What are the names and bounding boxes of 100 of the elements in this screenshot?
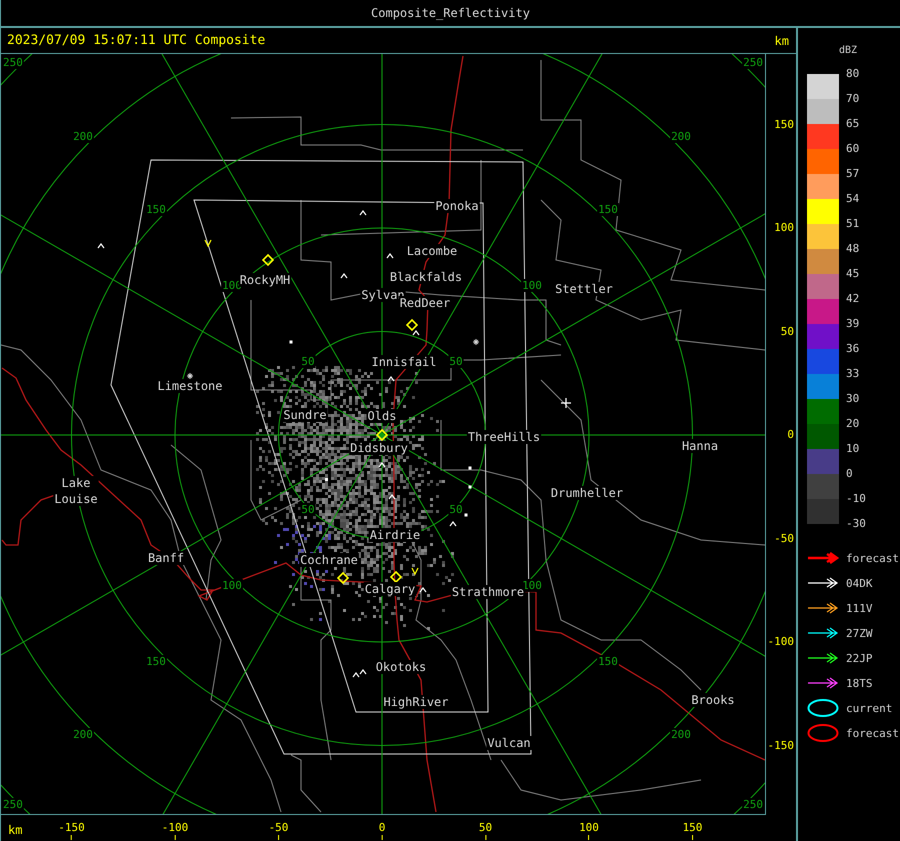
scale-label: 60 [846, 142, 860, 157]
scale-label: 80 [846, 67, 860, 82]
radar-site-icon [262, 254, 274, 266]
axis-tick-label: 0 [378, 821, 386, 840]
caret-icon [378, 462, 386, 468]
axis-tick-label: -50 [268, 821, 288, 840]
scale-label: -30 [846, 517, 866, 532]
city-label: Hanna [682, 439, 718, 453]
chevron-icon [411, 568, 419, 576]
range-label: 50 [449, 355, 463, 368]
legend-label: 22JP [846, 652, 872, 664]
axis-unit: km [774, 34, 789, 48]
axis-tick-label: -50 [774, 532, 794, 546]
scale-label: -10 [846, 492, 866, 507]
radar-site-icon [390, 570, 402, 584]
city-label: Limestone [157, 379, 223, 393]
scale-label: 10 [846, 442, 860, 457]
asterisk-icon [186, 372, 194, 380]
chevron-icon [204, 240, 212, 248]
caret-icon [388, 494, 396, 500]
city-label: Lake Louise [54, 476, 98, 506]
range-label: 100 [522, 279, 542, 292]
scale-label: 70 [846, 92, 860, 107]
city-label: Blackfalds [390, 270, 462, 284]
legend-label: 04DK [846, 576, 872, 590]
city-label: Didsbury [350, 441, 408, 455]
axis-tick-label: 100 [774, 221, 794, 235]
city-label: Innisfail [371, 355, 437, 369]
asterisk-icon [472, 338, 480, 346]
caret-icon [98, 243, 104, 248]
range-label: 250 [743, 56, 763, 69]
axis-tick-label: -150 [58, 821, 85, 840]
legend-label: forecast [846, 552, 899, 564]
axis-unit: km [8, 823, 22, 837]
caret-icon [412, 330, 420, 336]
range-label: 250 [3, 798, 23, 811]
range-label: 200 [73, 728, 93, 741]
city-label: ThreeHills [468, 430, 540, 444]
range-label: 200 [671, 728, 691, 741]
axis-tick-label: -150 [768, 738, 794, 752]
scale-label: 39 [846, 317, 860, 332]
city-label: RockyMH [240, 273, 290, 287]
legend-label: forecast [846, 726, 899, 740]
axis-tick-label: 50 [478, 821, 492, 840]
scale-label: 36 [846, 342, 860, 357]
range-label: 150 [598, 203, 618, 216]
city-label: Vulcan [487, 736, 531, 750]
axis-tick-label: 150 [682, 821, 702, 840]
city-label: Ponoka [435, 199, 479, 213]
range-label: 150 [598, 655, 618, 668]
scale-label: 0 [846, 467, 854, 482]
scale-label: 30 [846, 392, 860, 407]
city-label: Lacombe [406, 244, 458, 258]
city-label: Brooks [691, 693, 735, 707]
scale-label: 33 [846, 367, 860, 382]
legend-label: 27ZW [846, 626, 872, 640]
caret-icon [386, 253, 394, 258]
city-label: Banff [148, 551, 184, 565]
range-label: 50 [301, 503, 315, 516]
axis-tick-label: 0 [787, 428, 794, 442]
legend-label: current [846, 702, 892, 714]
caret-icon [450, 521, 456, 526]
scale-label: 65 [846, 117, 860, 132]
range-label: 250 [3, 56, 23, 69]
range-label: 150 [146, 655, 166, 668]
radar-site-icon [376, 428, 388, 442]
range-label: 50 [449, 503, 463, 516]
city-label: Drumheller [550, 486, 624, 500]
axis-tick-label: 100 [579, 821, 599, 840]
range-label: 100 [522, 579, 542, 592]
scale-label: 20 [846, 417, 860, 432]
range-label: 150 [146, 203, 166, 216]
city-label: Sundre [283, 408, 327, 422]
caret-icon [340, 273, 348, 278]
range-label: 50 [301, 355, 315, 368]
city-label: Calgary [364, 582, 416, 596]
city-label: Strathmore [452, 585, 524, 599]
scale-label: 42 [846, 292, 860, 307]
window-title: Composite_Reflectivity [371, 6, 530, 20]
scale-label: 48 [846, 242, 860, 257]
city-label: Okotoks [376, 660, 426, 674]
plus-icon [560, 397, 572, 409]
legend-label: 18TS [846, 676, 872, 690]
city-label: HighRiver [383, 695, 449, 709]
caret-icon [360, 210, 366, 216]
timestamp: 2023/07/09 15:07:11 UTC Composite [7, 33, 266, 48]
legend-label: 111V [846, 602, 872, 614]
city-label: Stettler [555, 282, 613, 296]
range-label: 250 [743, 798, 763, 811]
scale-label: 54 [846, 192, 860, 207]
legend-title: dBZ [839, 45, 858, 56]
radar-site-icon [406, 318, 418, 332]
scale-label: 57 [846, 167, 860, 182]
axis-tick-label: 50 [780, 324, 794, 338]
radar-site-icon [336, 572, 350, 584]
range-label: 200 [73, 130, 93, 143]
axis-tick-label: 150 [774, 118, 794, 132]
range-label: 100 [222, 579, 242, 592]
axis-tick-label: -100 [162, 821, 188, 840]
city-label: Airdrie [370, 528, 420, 542]
